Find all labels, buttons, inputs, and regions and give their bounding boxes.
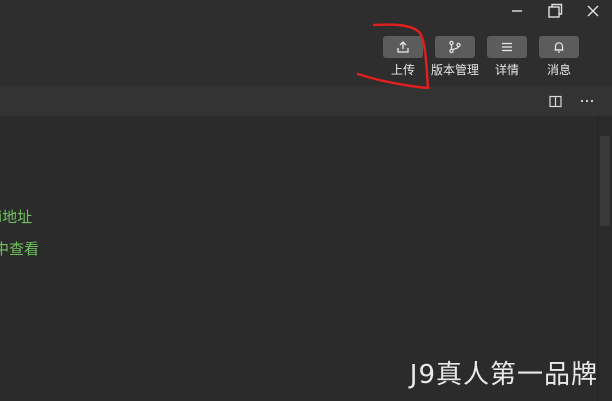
editor-tab-bar xyxy=(0,86,612,116)
menu-icon xyxy=(502,42,512,52)
branch-icon xyxy=(449,40,461,54)
app-window: 上传 版本管理 详情 消息 i地址 中查看 J9真人第一品牌 xyxy=(0,0,612,401)
more-actions-button[interactable] xyxy=(578,92,596,110)
bell-icon xyxy=(554,42,564,53)
version-pill[interactable] xyxy=(435,36,475,58)
details-button[interactable]: 详情 xyxy=(482,36,532,77)
title-bar: 上传 版本管理 详情 消息 xyxy=(0,0,612,86)
code-line: 中查看 xyxy=(0,240,40,258)
upload-label: 上传 xyxy=(390,63,415,77)
messages-label: 消息 xyxy=(546,63,571,77)
details-label: 详情 xyxy=(494,63,519,77)
messages-button[interactable]: 消息 xyxy=(534,36,584,77)
split-editor-button[interactable] xyxy=(546,92,564,110)
close-button[interactable] xyxy=(574,1,612,21)
details-pill[interactable] xyxy=(487,36,527,58)
minimize-icon xyxy=(512,10,522,12)
upload-pill[interactable] xyxy=(383,36,423,58)
upload-button[interactable]: 上传 xyxy=(378,36,428,77)
code-line: i地址 xyxy=(0,208,33,226)
upload-icon xyxy=(397,41,409,53)
close-icon xyxy=(587,5,599,17)
messages-pill[interactable] xyxy=(539,36,579,58)
more-icon xyxy=(580,99,594,103)
version-management-button[interactable]: 版本管理 xyxy=(430,36,480,77)
split-editor-icon xyxy=(548,95,562,107)
restore-icon xyxy=(548,3,563,18)
watermark-text: J9真人第一品牌 xyxy=(409,360,598,390)
vertical-scrollbar[interactable] xyxy=(597,116,612,401)
restore-button[interactable] xyxy=(536,1,574,21)
version-label: 版本管理 xyxy=(430,63,479,77)
editor-actions xyxy=(546,92,596,110)
toolbar: 上传 版本管理 详情 消息 xyxy=(378,36,586,77)
window-controls xyxy=(498,0,612,22)
minimize-button[interactable] xyxy=(498,1,536,21)
scrollbar-thumb[interactable] xyxy=(600,136,610,226)
